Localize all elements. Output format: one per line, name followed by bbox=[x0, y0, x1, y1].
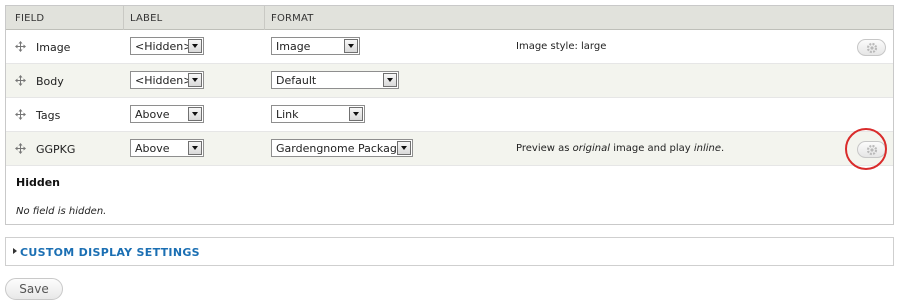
formatter-summary: Image style: large bbox=[516, 41, 607, 52]
label-select[interactable]: <Hidden> bbox=[130, 37, 204, 55]
save-button[interactable]: Save bbox=[5, 278, 63, 300]
format-select[interactable]: Image bbox=[271, 37, 360, 55]
label-select[interactable]: <Hidden> bbox=[130, 71, 204, 89]
chevron-down-icon bbox=[397, 141, 411, 155]
chevron-down-icon bbox=[188, 39, 202, 53]
chevron-down-icon bbox=[188, 73, 202, 87]
summary-emphasis: inline bbox=[693, 143, 722, 154]
highlight-circle-annotation bbox=[845, 128, 887, 170]
table-row-ggpkg: GGPKG Above Gardengnome Package Preview … bbox=[6, 132, 893, 166]
label-select-value: <Hidden> bbox=[135, 74, 193, 87]
table-row-body: Body <Hidden> Default bbox=[6, 64, 893, 98]
summary-text: image and play bbox=[610, 143, 694, 154]
field-name: GGPKG bbox=[36, 143, 76, 156]
table-row-image: Image <Hidden> Image Image style: large bbox=[6, 30, 893, 64]
formatter-settings-button[interactable] bbox=[857, 39, 886, 56]
format-select-value: Default bbox=[276, 74, 317, 87]
label-select[interactable]: Above bbox=[130, 105, 204, 123]
header-label: LABEL bbox=[130, 13, 163, 24]
summary-emphasis: original bbox=[572, 143, 611, 154]
field-name: Body bbox=[36, 75, 64, 88]
chevron-down-icon bbox=[383, 73, 397, 87]
drag-handle-icon[interactable] bbox=[15, 75, 26, 86]
hidden-region-empty-message: No field is hidden. bbox=[16, 206, 107, 217]
drag-handle-icon[interactable] bbox=[15, 143, 26, 154]
header-format: FORMAT bbox=[271, 13, 314, 24]
format-select-value: Link bbox=[276, 108, 299, 121]
header-divider bbox=[264, 6, 265, 30]
chevron-down-icon bbox=[188, 141, 202, 155]
drag-handle-icon[interactable] bbox=[15, 109, 26, 120]
custom-display-settings-fieldset[interactable]: CUSTOM DISPLAY SETTINGS bbox=[5, 237, 894, 266]
field-name: Image bbox=[36, 41, 71, 54]
drag-handle-icon[interactable] bbox=[15, 41, 26, 52]
chevron-down-icon bbox=[349, 107, 363, 121]
collapsed-triangle-icon bbox=[13, 248, 17, 254]
field-display-table: FIELD LABEL FORMAT Image <Hidden> Image … bbox=[5, 5, 894, 225]
format-select-value: Gardengnome Package bbox=[276, 142, 404, 155]
format-select-value: Image bbox=[276, 40, 311, 53]
summary-text: Preview as bbox=[516, 143, 573, 154]
chevron-down-icon bbox=[188, 107, 202, 121]
field-name: Tags bbox=[36, 109, 61, 122]
gear-icon bbox=[866, 42, 878, 54]
label-select-value: <Hidden> bbox=[135, 40, 193, 53]
hidden-region-title: Hidden bbox=[16, 176, 61, 189]
label-select[interactable]: Above bbox=[130, 139, 204, 157]
label-select-value: Above bbox=[135, 142, 170, 155]
chevron-down-icon bbox=[344, 39, 358, 53]
table-header: FIELD LABEL FORMAT bbox=[6, 6, 893, 30]
table-row-tags: Tags Above Link bbox=[6, 98, 893, 132]
format-select[interactable]: Link bbox=[271, 105, 365, 123]
label-select-value: Above bbox=[135, 108, 170, 121]
format-select[interactable]: Default bbox=[271, 71, 399, 89]
formatter-summary: Preview as original image and play inlin… bbox=[516, 143, 724, 154]
header-field: FIELD bbox=[15, 13, 45, 24]
header-divider bbox=[123, 6, 124, 30]
summary-text: . bbox=[721, 143, 725, 154]
custom-display-settings-toggle[interactable]: CUSTOM DISPLAY SETTINGS bbox=[20, 246, 200, 259]
format-select[interactable]: Gardengnome Package bbox=[271, 139, 413, 157]
